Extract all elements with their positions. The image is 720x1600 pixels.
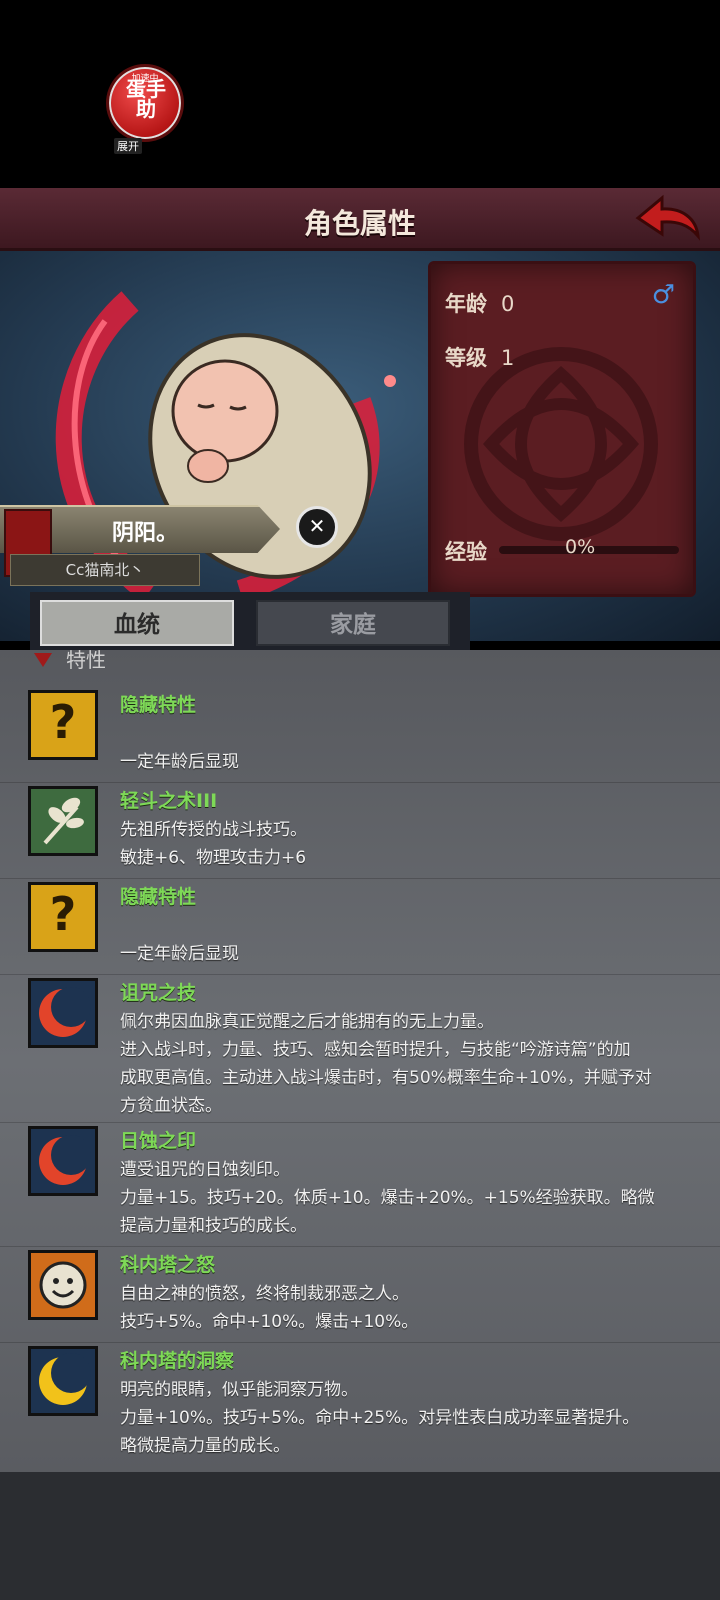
trait-line: 一定年龄后显现 [120,944,239,964]
xp-value: 0% [565,536,596,558]
back-arrow-icon[interactable] [632,192,702,242]
trait-line: 提高力量和技巧的成长。 [120,1216,307,1236]
trait-name: 日蚀之印 [120,1130,197,1152]
close-icon[interactable]: ✕ [296,506,338,548]
trait-item[interactable]: 隐藏特性 一定年龄后显现 [0,686,720,783]
xp-label: 经验 [445,540,487,564]
age-value: 0 [501,292,515,316]
trait-name: 科内塔的洞察 [120,1350,235,1372]
red-crescent-icon [28,1126,98,1196]
trait-line: 力量+10%。技巧+5%。命中+25%。对异性表白成功率显著提升。 [120,1408,640,1428]
trait-item[interactable]: 科内塔的洞察 明亮的眼睛，似乎能洞察万物。 力量+10%。技巧+5%。命中+25… [0,1342,720,1472]
trait-line: 先祖所传授的战斗技巧。 [120,820,307,840]
trait-line: 力量+15。技巧+20。体质+10。爆击+20%。+15%经验获取。略微 [120,1188,655,1208]
section-title: 特性 [66,650,106,672]
trait-line: 略微提高力量的成长。 [120,1436,290,1456]
bottom-bar [0,1472,720,1600]
tab-family[interactable]: 家庭 [256,600,450,646]
trait-line: 遭受诅咒的日蚀刻印。 [120,1160,290,1180]
age-row: 年龄 0 [445,288,514,318]
stats-panel: 年龄 0 ♂ 等级 1 经验 0% [428,261,696,597]
leaf-branch-icon [28,786,98,856]
trait-item[interactable]: 日蚀之印 遭受诅咒的日蚀刻印。 力量+15。技巧+20。体质+10。爆击+20%… [0,1122,720,1247]
trait-line [120,912,690,940]
assistant-logo-text: 蛋手助 [126,77,166,121]
level-value: 1 [501,346,515,370]
trait-line [120,720,690,748]
trait-item[interactable]: 诅咒之技 佩尔弗因血脉真正觉醒之后才能拥有的无上力量。 进入战斗时，力量、技巧、… [0,974,720,1123]
trait-line: 一定年龄后显现 [120,752,239,772]
trait-list[interactable]: 特性 隐藏特性 一定年龄后显现 轻斗之术III 先祖所传授的战斗技巧。 敏捷+6… [0,650,720,1472]
trait-line: 敏捷+6、物理攻击力+6 [120,848,307,868]
owner-plate: Cc猫南北丶 [10,554,200,586]
male-gender-icon: ♂ [651,280,675,310]
trait-line: 进入战斗时，力量、技巧、感知会暂时提升，与技能“吟游诗篇”的加 [120,1040,631,1060]
trait-name: 科内塔之怒 [120,1254,216,1276]
level-row: 等级 1 [445,342,514,372]
trait-description: 一定年龄后显现 [120,912,690,968]
section-marker-icon [34,653,52,667]
trait-line: 自由之神的愤怒，终将制裁邪恶之人。 [120,1284,409,1304]
smiling-sun-icon [28,1250,98,1320]
level-label: 等级 [445,346,487,370]
trait-description: 佩尔弗因血脉真正觉醒之后才能拥有的无上力量。 进入战斗时，力量、技巧、感知会暂时… [120,1008,690,1120]
yellow-crescent-icon [28,1346,98,1416]
trait-description: 一定年龄后显现 [120,720,690,776]
trait-description: 自由之神的愤怒，终将制裁邪恶之人。 技巧+5%。命中+10%。爆击+10%。 [120,1280,690,1336]
trait-line: 技巧+5%。命中+10%。爆击+10%。 [120,1312,419,1332]
trait-name: 诅咒之技 [120,982,197,1004]
trait-description: 先祖所传授的战斗技巧。 敏捷+6、物理攻击力+6 [120,816,690,872]
trait-description: 遭受诅咒的日蚀刻印。 力量+15。技巧+20。体质+10。爆击+20%。+15%… [120,1156,690,1240]
expand-label[interactable]: 展开 [114,138,142,154]
tab-bloodline[interactable]: 血统 [40,600,234,646]
age-label: 年龄 [445,292,487,316]
title-bar: 角色属性 [0,188,720,251]
question-icon [28,882,98,952]
trait-name: 轻斗之术III [120,790,218,812]
section-header: 特性 [34,650,106,672]
red-crescent-icon [28,978,98,1048]
trait-line: 明亮的眼睛，似乎能洞察万物。 [120,1380,358,1400]
trait-item[interactable]: 轻斗之术III 先祖所传授的战斗技巧。 敏捷+6、物理攻击力+6 [0,782,720,879]
trait-description: 明亮的眼睛，似乎能洞察万物。 力量+10%。技巧+5%。命中+25%。对异性表白… [120,1376,690,1460]
trait-line: 方贫血状态。 [120,1096,222,1116]
tab-bar: 血统 家庭 [30,592,470,650]
celtic-knot-emblem [464,347,658,541]
floating-assistant-button[interactable]: 加速中 蛋手助 [106,64,184,142]
page-title: 角色属性 [303,207,416,240]
trait-item[interactable]: 科内塔之怒 自由之神的愤怒，终将制裁邪恶之人。 技巧+5%。命中+10%。爆击+… [0,1246,720,1343]
trait-line: 佩尔弗因血脉真正觉醒之后才能拥有的无上力量。 [120,1012,494,1032]
trait-name: 隐藏特性 [120,886,197,908]
trait-name: 隐藏特性 [120,694,197,716]
trait-line: 成取更高值。主动进入战斗爆击时，有50%概率生命+10%，并赋予对 [120,1068,652,1088]
trait-item[interactable]: 隐藏特性 一定年龄后显现 [0,878,720,975]
question-icon [28,690,98,760]
owner-name: Cc猫南北丶 [65,561,145,579]
